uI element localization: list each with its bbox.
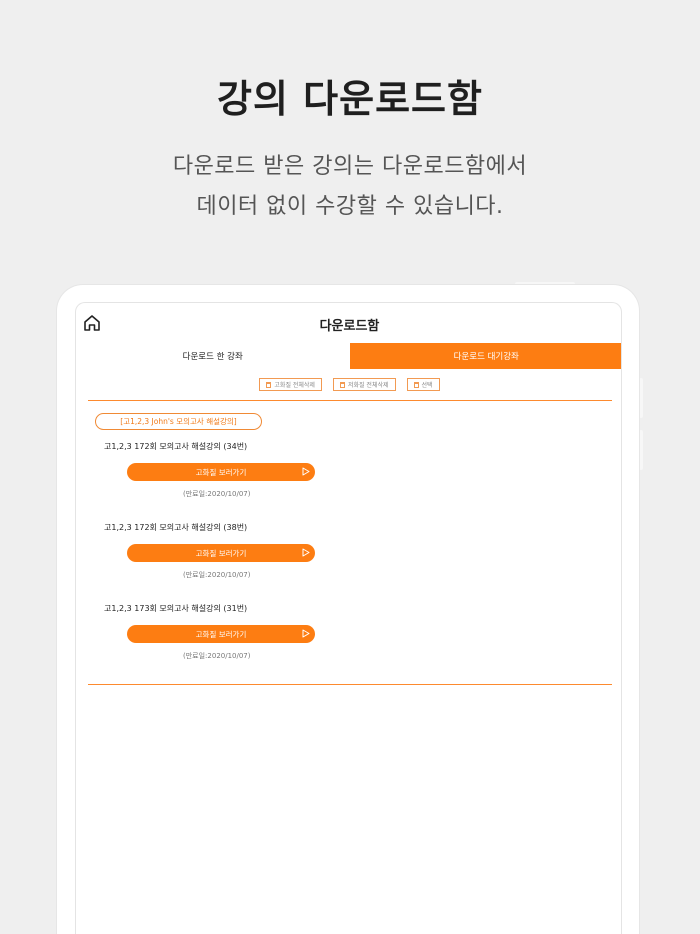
promo-subline-1: 다운로드 받은 강의는 다운로드함에서 [172, 154, 528, 179]
trash-icon [266, 381, 272, 388]
lq-delete-all-button[interactable]: 저화질 전체삭제 [332, 378, 396, 391]
watch-hq-button[interactable]: 고화질 보러가기 [127, 625, 315, 643]
select-button[interactable]: 선택 [406, 378, 440, 391]
play-icon [302, 629, 310, 638]
tab-pending[interactable]: 다운로드 대기강좌 [349, 343, 621, 369]
trash-icon [339, 381, 345, 388]
category-badge: [고1,2,3 John's 모의고사 해설강의] [95, 413, 262, 430]
hq-delete-all-label: 고화질 전체삭제 [274, 382, 315, 389]
watch-hq-label: 고화질 보러가기 [195, 467, 247, 477]
expire-date: (만료일:2020/10/07) [183, 490, 251, 498]
watch-hq-button[interactable]: 고화질 보러가기 [127, 463, 315, 481]
lecture-title: 고1,2,3 172회 모의고사 해설강의 (38번) [104, 523, 248, 532]
tablet-volume-down-button [639, 430, 643, 470]
divider [88, 684, 612, 685]
tab-downloaded[interactable]: 다운로드 한 강좌 [76, 343, 350, 369]
tab-bar: 다운로드 한 강좌 다운로드 대기강좌 [76, 343, 621, 369]
promo-subline-2: 데이터 없이 수강할 수 있습니다. [196, 194, 504, 219]
lecture-title: 고1,2,3 173회 모의고사 해설강의 (31번) [104, 604, 248, 613]
watch-hq-label: 고화질 보러가기 [195, 629, 247, 639]
hq-delete-all-button[interactable]: 고화질 전체삭제 [259, 378, 322, 391]
trash-icon [413, 381, 419, 388]
divider [88, 400, 612, 401]
screen-title: 다운로드함 [319, 319, 380, 334]
expire-date: (만료일:2020/10/07) [183, 652, 251, 660]
app-screen: 다운로드함 다운로드 한 강좌 다운로드 대기강좌 고화질 전체삭제 저화질 전… [75, 302, 622, 934]
play-icon [302, 548, 310, 557]
select-label: 선택 [421, 382, 433, 389]
expire-date: (만료일:2020/10/07) [183, 571, 251, 579]
lecture-title: 고1,2,3 172회 모의고사 해설강의 (34번) [104, 442, 248, 451]
watch-hq-label: 고화질 보러가기 [195, 548, 247, 558]
toolbar: 고화질 전체삭제 저화질 전체삭제 선택 [76, 378, 621, 391]
promo-headline: 강의 다운로드함 [217, 77, 483, 121]
watch-hq-button[interactable]: 고화질 보러가기 [127, 544, 315, 562]
lq-delete-all-label: 저화질 전체삭제 [347, 382, 389, 389]
tablet-volume-up-button [639, 378, 643, 418]
play-icon [302, 467, 310, 476]
